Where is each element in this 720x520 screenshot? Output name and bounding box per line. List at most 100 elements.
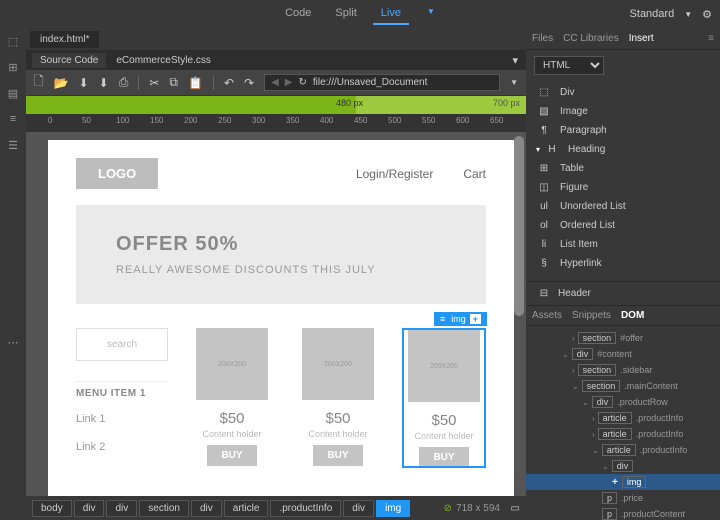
crumb-productinfo[interactable]: .productInfo (270, 500, 341, 517)
dom-node-section[interactable]: ⌄section.mainContent (526, 378, 720, 394)
insert-item-div[interactable]: ⬚Div (526, 83, 720, 102)
view-live[interactable]: Live (373, 3, 409, 25)
crumb-body[interactable]: body (32, 500, 72, 517)
view-dropdown-icon[interactable]: ▼ (419, 3, 443, 25)
product-card[interactable]: 200X200 $50 Content holder BUY (296, 328, 380, 468)
list-icon[interactable]: ≡ (6, 112, 20, 126)
dom-node-article[interactable]: ›article.productInfo (526, 426, 720, 442)
insert-item-heading[interactable]: HHeading (526, 140, 720, 159)
view-code[interactable]: Code (277, 3, 319, 25)
tab-cclibraries[interactable]: CC Libraries (563, 33, 619, 44)
filter-icon[interactable]: ▾ (512, 54, 518, 67)
dom-node-img[interactable]: +img (526, 474, 720, 490)
product-image[interactable]: 200X200 (408, 330, 480, 402)
menu-icon[interactable]: ☰ (6, 138, 20, 152)
insert-item-paragraph[interactable]: ¶Paragraph (526, 121, 720, 140)
design-canvas[interactable]: LOGO Login/Register Cart OFFER 50% REALL… (26, 132, 526, 496)
files-icon[interactable]: ▤ (6, 86, 20, 100)
buy-button[interactable]: BUY (207, 445, 256, 466)
crumb-article[interactable]: article (224, 500, 269, 517)
buy-button[interactable]: BUY (313, 445, 362, 466)
insert-item-image[interactable]: ▧Image (526, 102, 720, 121)
sync-icon[interactable]: ⚙ (702, 8, 712, 21)
dom-node-article[interactable]: ›article.productInfo (526, 410, 720, 426)
tab-snippets[interactable]: Snippets (572, 310, 611, 321)
dom-node-section[interactable]: ›section.sidebar (526, 362, 720, 378)
menu-heading[interactable]: MENU ITEM 1 (76, 381, 168, 405)
search-input[interactable]: search (76, 328, 168, 361)
reload-icon[interactable]: ↻ (298, 77, 306, 88)
address-bar[interactable]: ◀ ▶ ↻ file:///Unsaved_Document (264, 74, 500, 91)
dom-node-p[interactable]: p.productContent (526, 506, 720, 520)
canvas-scrollbar[interactable] (514, 136, 524, 316)
subtab-source[interactable]: Source Code (32, 53, 106, 68)
workspace-dropdown-icon[interactable]: ▼ (684, 10, 692, 19)
insert-item-ordered-list[interactable]: olOrdered List (526, 216, 720, 235)
nav-back-icon[interactable]: ◀ (271, 77, 279, 88)
insert-header-item[interactable]: ⊟ Header (526, 281, 720, 305)
insert-item-list-item[interactable]: liList Item (526, 235, 720, 254)
dom-tree[interactable]: ›section#offer⌄div#content›section.sideb… (526, 326, 720, 520)
product-image[interactable]: 200X200 (196, 328, 268, 400)
inspect-icon[interactable]: ⬚ (6, 34, 20, 48)
dom-node-p[interactable]: p.price (526, 490, 720, 506)
device-icon[interactable]: ▭ (511, 503, 520, 514)
product-image[interactable]: 200X200 (302, 328, 374, 400)
copy-icon[interactable]: ⧉ (169, 75, 178, 90)
assets-icon[interactable]: ⊞ (6, 60, 20, 74)
save-all-icon[interactable]: ⬇ (99, 76, 109, 90)
element-tag-badge[interactable]: img+ (434, 312, 487, 326)
crumb-div[interactable]: div (74, 500, 105, 517)
add-before-icon[interactable]: + (612, 477, 618, 488)
workspace-label[interactable]: Standard (630, 8, 675, 20)
insert-item-unordered-list[interactable]: ulUnordered List (526, 197, 720, 216)
tab-dom[interactable]: DOM (621, 310, 644, 321)
save-icon[interactable]: ⬇ (79, 76, 89, 90)
add-icon[interactable]: + (470, 314, 481, 324)
nav-cart[interactable]: Cart (463, 167, 486, 181)
insert-item-figure[interactable]: ◫Figure (526, 178, 720, 197)
insert-item-table[interactable]: ⊞Table (526, 159, 720, 178)
paste-icon[interactable]: 📋 (188, 76, 203, 90)
crumb-div[interactable]: div (191, 500, 222, 517)
logo[interactable]: LOGO (76, 158, 158, 189)
crumb-div[interactable]: div (343, 500, 374, 517)
dom-node-section[interactable]: ›section#offer (526, 330, 720, 346)
nav-login[interactable]: Login/Register (356, 167, 433, 181)
product-card[interactable]: 200X200 $50 Content holder BUY (190, 328, 274, 468)
product-card-selected[interactable]: img+ 200X200 $50 Content holder BUY (402, 328, 486, 468)
dom-node-div[interactable]: ⌄div (526, 458, 720, 474)
insert-category-select[interactable]: HTML (534, 56, 604, 75)
view-split[interactable]: Split (327, 3, 364, 25)
insert-item-hyperlink[interactable]: §Hyperlink (526, 254, 720, 273)
dom-node-div[interactable]: ⌄div#content (526, 346, 720, 362)
cut-icon[interactable]: ✂ (149, 76, 159, 90)
undo-icon[interactable]: ↶ (224, 76, 234, 90)
dom-node-div[interactable]: ⌄div.productRow (526, 394, 720, 410)
breakpoint-700: 700 px (493, 98, 520, 108)
sidebar-link-2[interactable]: Link 2 (76, 433, 168, 461)
print-icon[interactable]: ⎙ (119, 75, 129, 90)
tab-files[interactable]: Files (532, 33, 553, 44)
panel-menu-icon[interactable]: ≡ (708, 33, 714, 44)
page-preview[interactable]: LOGO Login/Register Cart OFFER 50% REALL… (48, 140, 514, 496)
sidebar-link-1[interactable]: Link 1 (76, 405, 168, 433)
doc-tab-index[interactable]: index.html* (30, 31, 99, 48)
more-icon[interactable]: ⋯ (6, 335, 20, 349)
new-file-icon[interactable]: 🗋 (34, 72, 44, 93)
crumb-section[interactable]: section (139, 500, 189, 517)
crumb-div[interactable]: div (106, 500, 137, 517)
offer-banner[interactable]: OFFER 50% REALLY AWESOME DISCOUNTS THIS … (76, 205, 486, 304)
media-query-bar[interactable]: 480 px 700 px (26, 96, 526, 114)
redo-icon[interactable]: ↷ (244, 76, 254, 90)
subtab-css[interactable]: eCommerceStyle.css (108, 53, 218, 68)
crumb-img[interactable]: img (376, 500, 410, 517)
tab-insert[interactable]: Insert (629, 33, 654, 44)
url-dropdown-icon[interactable]: ▼ (510, 78, 518, 87)
open-icon[interactable]: 📂 (54, 76, 69, 90)
dom-node-article[interactable]: ⌄article.productInfo (526, 442, 720, 458)
insert-list: ⬚Div▧Image¶ParagraphHHeading⊞Table◫Figur… (526, 81, 720, 275)
buy-button[interactable]: BUY (419, 447, 468, 468)
nav-fwd-icon[interactable]: ▶ (285, 77, 293, 88)
tab-assets[interactable]: Assets (532, 310, 562, 321)
